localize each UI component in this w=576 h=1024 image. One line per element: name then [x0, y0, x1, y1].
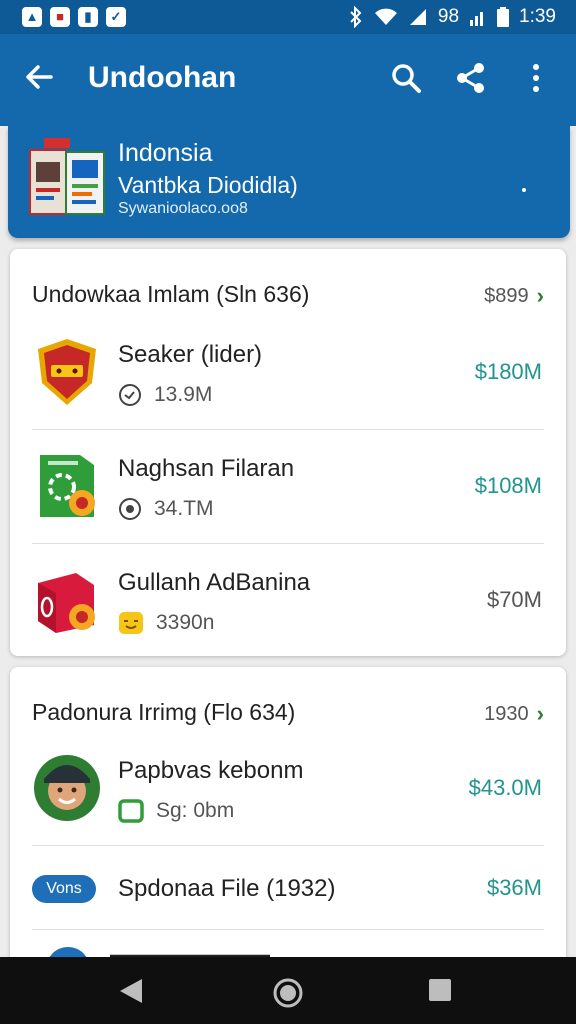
item-price: $43.0M — [468, 775, 542, 800]
section-see-all[interactable]: $899 › — [484, 283, 544, 309]
item-size: 13.9M — [154, 383, 213, 406]
item-size: 3390n — [156, 611, 215, 634]
divider — [32, 845, 544, 846]
signal-bars-icon — [470, 12, 484, 26]
share-icon[interactable] — [455, 62, 487, 94]
nav-home-icon[interactable] — [272, 977, 304, 1009]
item-size: Sg: 0bm — [156, 799, 235, 822]
image-notification-icon: ▲ — [22, 7, 42, 27]
target-icon — [119, 498, 141, 520]
status-bar: ▲ ■ ▮ ✓ 98 1:39 — [0, 0, 576, 34]
wifi-icon — [374, 8, 397, 25]
red-package-icon — [38, 573, 95, 633]
navigation-bar — [0, 957, 576, 1024]
list-item[interactable]: Seaker (lider) 13.9M $180M — [10, 337, 566, 451]
clock-icon — [119, 384, 141, 406]
app-title: Undoohan — [88, 61, 237, 94]
header-card: Indonsia Vantbka Diodidla) Sywanioolaco.… — [8, 126, 570, 238]
app-notification-icon: ■ — [50, 7, 70, 27]
magazine-thumbnail-icon — [29, 138, 105, 215]
battery-icon — [497, 7, 510, 27]
check-circle-icon: ✓ — [106, 7, 126, 27]
item-name: Seaker (lider) — [118, 341, 263, 368]
section-card: Padonura Irrimg (Flo 634) 1930 › Papbvas… — [10, 667, 566, 967]
bluetooth-icon — [350, 6, 362, 28]
notification-icons: ▲ ■ ▮ ✓ — [22, 7, 126, 27]
item-meta: 3390n — [118, 611, 214, 635]
item-meta: 13.9M — [118, 383, 212, 407]
section-see-all[interactable]: 1930 › — [484, 701, 544, 727]
list-item[interactable]: Vons Spdonaa File (1932) $36M — [10, 867, 566, 967]
section-card: Undowkaa Imlam (Sln 636) $899 › Seaker (… — [10, 249, 566, 656]
header-caption: Sywanioolaco.oo8 — [118, 200, 248, 217]
nav-back-icon[interactable] — [118, 977, 144, 1005]
emoji-badge-icon — [119, 612, 143, 634]
item-name: Gullanh AdBanina — [118, 569, 311, 596]
signal-icon — [409, 9, 426, 25]
section-side-value: 1930 — [484, 702, 529, 725]
header-dot — [522, 188, 526, 192]
item-meta: 34.TM — [118, 497, 214, 521]
list-item[interactable]: Gullanh AdBanina 3390n $70M — [10, 565, 566, 656]
more-options-icon[interactable] — [528, 62, 544, 94]
battery-percent: 98 — [437, 6, 460, 27]
search-icon[interactable] — [390, 62, 422, 94]
item-price: $36M — [486, 875, 542, 900]
nav-recents-icon[interactable] — [428, 977, 452, 1003]
item-price: $180M — [474, 359, 542, 384]
shield-badge-icon — [38, 339, 96, 405]
item-name: Spdonaa File (1932) — [118, 875, 336, 902]
header-subtitle: Vantbka Diodidla) — [118, 172, 298, 198]
item-price: $108M — [474, 473, 542, 498]
chevron-right-icon: › — [536, 283, 544, 308]
list-item[interactable]: Naghsan Filaran 34.TM $108M — [10, 451, 566, 565]
system-icons: 98 1:39 — [348, 6, 556, 28]
item-price: $70M — [486, 587, 542, 612]
tag-chip: Vons — [32, 875, 96, 903]
app-bar: Undoohan — [0, 34, 576, 126]
avatar — [34, 755, 100, 821]
divider — [32, 429, 544, 430]
list-item[interactable]: Papbvas kebonm Sg: 0bm $43.0M — [10, 753, 566, 867]
item-meta: Sg: 0bm — [118, 799, 234, 823]
item-size: 34.TM — [154, 497, 214, 520]
green-square-icon — [118, 799, 144, 823]
divider — [32, 543, 544, 544]
sd-card-icon: ▮ — [78, 7, 98, 27]
section-side-value: $899 — [484, 284, 529, 307]
item-name: Naghsan Filaran — [118, 455, 295, 482]
item-name: Papbvas kebonm — [118, 757, 304, 784]
back-arrow-icon[interactable] — [24, 62, 54, 92]
section-title: Undowkaa Imlam (Sln 636) — [32, 281, 310, 307]
divider — [32, 929, 544, 930]
clock: 1:39 — [519, 6, 556, 27]
green-file-icon — [40, 455, 95, 517]
header-title: Indonsia — [118, 139, 213, 167]
section-title: Padonura Irrimg (Flo 634) — [32, 699, 296, 725]
chevron-right-icon: › — [536, 701, 544, 726]
